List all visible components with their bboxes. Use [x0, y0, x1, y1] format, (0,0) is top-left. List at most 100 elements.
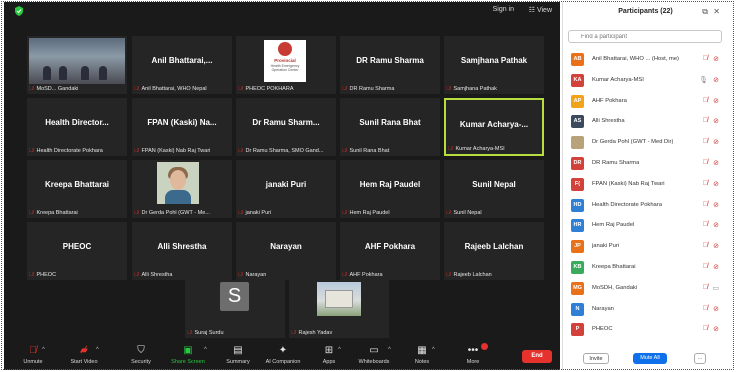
mic-off-icon[interactable]: 🎙̸ — [703, 284, 708, 291]
tile-display-name: Sunil Rana Bhat — [359, 118, 421, 127]
video-tile[interactable]: S 🎙̸ Suraj Surdu — [185, 280, 285, 338]
ai-companion-button[interactable]: ✦ AI Companion — [260, 345, 306, 365]
mic-off-icon: 🎙̸ — [29, 210, 34, 216]
summary-label: Summary — [226, 359, 250, 365]
video-tile[interactable]: FPAN (Kaski) Na... 🎙̸ FPAN (Kaski) Nab Raj… — [132, 98, 232, 156]
participant-row[interactable]: F(FPAN (Kaski) Nab Raj Twari 🎙̸ ⊘ — [571, 177, 721, 192]
video-tile[interactable]: Alli Shrestha 🎙̸ Alli Shrestha — [132, 222, 232, 280]
video-tile[interactable]: Sunil Rana Bhat 🎙̸ Sunil Rana Bhat — [340, 98, 440, 156]
mic-off-icon[interactable]: 🎙̸ — [703, 325, 708, 332]
tile-display-name: Dr Ramu Sharm... — [252, 118, 320, 127]
video-tile[interactable]: 🎙̸ Dr Gerda Pohl (GWT - Me... — [132, 160, 232, 218]
video-tile[interactable]: AHF Pokhara 🎙̸ AHF Pokhara — [340, 222, 440, 280]
participant-row[interactable]: AB Anil Bhattarai, WHO ... (Host, me) 🎙̸ ⊘ — [571, 53, 721, 67]
participant-search-input[interactable] — [568, 30, 722, 43]
popout-icon[interactable]: ⧉ — [702, 7, 708, 17]
whiteboards-button[interactable]: ▭ Whiteboards ^ — [354, 345, 394, 365]
mic-on-icon[interactable]: 🎙 — [699, 76, 708, 84]
participant-row[interactable]: HD Health Directorate Pokhara 🎙̸ ⊘ — [571, 198, 721, 213]
tile-name-label: Samjhana Pathak — [453, 86, 497, 92]
video-tile[interactable]: Narayan 🎙̸ Narayan — [236, 222, 336, 280]
mute-all-button[interactable]: Mute All — [633, 353, 667, 364]
tile-name-tag: 🎙̸ Health Directorate Pokhara — [29, 148, 125, 154]
participant-row[interactable]: KA Kumar Acharya-MSI 🎙 ⊘ — [571, 73, 721, 88]
end-meeting-button[interactable]: End — [522, 350, 552, 363]
participant-row[interactable]: P PHEOC 🎙̸ ⊘ — [571, 323, 721, 337]
video-tile[interactable]: Kreepa Bhattarai 🎙̸ Kreepa Bhattarai — [27, 160, 127, 218]
chevron-up-icon[interactable]: ^ — [42, 347, 45, 353]
video-tile[interactable]: Health Director... 🎙̸ Health Directorate P… — [27, 98, 127, 156]
mic-off-icon[interactable]: 🎙̸ — [703, 242, 708, 249]
video-tile[interactable]: 🎙̸ Rajesh Yadav — [289, 280, 389, 338]
view-menu-button[interactable]: ☷ View — [529, 6, 552, 14]
mic-off-icon[interactable]: 🎙̸ — [703, 221, 708, 228]
participant-name: Alli Shrestha — [592, 118, 625, 125]
mic-off-icon[interactable]: 🎙̸ — [703, 55, 708, 62]
mic-off-icon[interactable]: 🎙̸ — [703, 180, 708, 187]
chevron-up-icon[interactable]: ^ — [96, 347, 99, 353]
chevron-up-icon[interactable]: ^ — [388, 347, 391, 353]
close-icon[interactable]: ✕ — [713, 7, 720, 16]
invite-button[interactable]: Invite — [583, 353, 609, 364]
start-video-button[interactable]: ▰̸ Start Video ^ — [64, 345, 104, 365]
video-tile[interactable]: Sunil Nepal 🎙̸ Sunil Nepal — [444, 160, 544, 218]
tile-name-tag: 🎙̸ Suraj Surdu — [187, 330, 283, 336]
participant-row[interactable]: HR Hem Raj Paudel 🎙̸ ⊘ — [571, 219, 721, 233]
mic-off-icon[interactable]: 🎙̸ — [703, 201, 708, 208]
video-tile[interactable]: Hem Raj Paudel 🎙̸ Hem Raj Paudel — [340, 160, 440, 218]
video-off-icon[interactable]: ⊘ — [713, 55, 719, 63]
participant-row[interactable]: JP janaki Puri 🎙̸ ⊘ — [571, 240, 721, 254]
video-off-icon[interactable]: ⊘ — [713, 76, 719, 84]
video-tile[interactable]: DR Ramu Sharma 🎙̸ DR Ramu Sharma — [340, 36, 440, 94]
video-off-icon[interactable]: ⊘ — [713, 159, 719, 167]
summary-button[interactable]: ▤ Summary — [220, 345, 256, 365]
video-tile[interactable]: Dr Ramu Sharm... 🎙̸ Dr Ramu Sharma, SMO Ga… — [236, 98, 336, 156]
apps-button[interactable]: ⊞ Apps ^ — [316, 345, 342, 365]
video-off-icon[interactable]: ⊘ — [713, 305, 719, 313]
video-off-icon[interactable]: ⊘ — [713, 117, 719, 125]
video-off-icon[interactable]: ⊘ — [713, 97, 719, 105]
video-tile[interactable]: 🎙̸ MoSD... Gandaki — [27, 36, 127, 94]
chevron-up-icon[interactable]: ^ — [338, 347, 341, 353]
share-screen-button[interactable]: ▣ Share Screen ^ — [166, 345, 210, 365]
participant-row[interactable]: Dr Gerda Pohl (GWT - Med Dir) 🎙̸ ⊘ — [571, 136, 721, 150]
mic-off-icon[interactable]: 🎙̸ — [703, 159, 708, 166]
video-tile[interactable]: Rajeeb Lalchan 🎙̸ Rajeeb Lalchan — [444, 222, 544, 280]
panel-more-button[interactable]: ... — [694, 353, 706, 364]
participant-row[interactable]: N Narayan 🎙̸ ⊘ — [571, 302, 721, 317]
participant-row[interactable]: AS Alli Shrestha 🎙̸ ⊘ — [571, 115, 721, 129]
video-tile[interactable]: janaki Puri 🎙̸ janaki Puri — [236, 160, 336, 218]
video-tile[interactable]: Samjhana Pathak 🎙̸ Samjhana Pathak — [444, 36, 544, 94]
mic-off-icon[interactable]: 🎙̸ — [703, 305, 708, 312]
unmute-button[interactable]: 🎙̸ Unmute ^ — [16, 345, 50, 365]
video-off-icon[interactable]: ⊘ — [713, 201, 719, 209]
mic-off-icon[interactable]: 🎙̸ — [703, 263, 708, 270]
video-off-icon[interactable]: ⊘ — [713, 221, 719, 229]
tile-name-tag: 🎙̸ FPAN (Kaski) Nab Raj Twari — [134, 148, 230, 154]
mic-off-icon[interactable]: 🎙̸ — [703, 97, 708, 104]
video-tile[interactable]: Kumar Acharya-... 🎙̸ Kumar Acharya-MSI — [444, 98, 544, 156]
mic-off-icon[interactable]: 🎙̸ — [703, 117, 708, 124]
participant-row[interactable]: MG MoSDH, Gandaki 🎙̸ ▭ — [571, 281, 721, 296]
participant-row[interactable]: KB Kreepa Bhattarai 🎙̸ ⊘ — [571, 261, 721, 275]
sign-in-link[interactable]: Sign in — [493, 6, 514, 13]
more-button[interactable]: ••• More — [462, 343, 488, 365]
mic-off-icon[interactable]: 🎙̸ — [703, 138, 708, 145]
participant-row[interactable]: AP AHF Pokhara 🎙̸ ⊘ — [571, 94, 721, 109]
video-off-icon[interactable]: ⊘ — [713, 263, 719, 271]
video-off-icon[interactable]: ⊘ — [713, 325, 719, 333]
chevron-up-icon[interactable]: ^ — [432, 347, 435, 353]
video-off-icon[interactable]: ⊘ — [713, 180, 719, 188]
video-tile[interactable]: Provincial Health Emergency Operation Cen… — [236, 36, 336, 94]
chevron-up-icon[interactable]: ^ — [204, 347, 207, 353]
video-off-icon[interactable]: ⊘ — [713, 138, 719, 146]
mic-off-icon: 🎙̸ — [29, 272, 34, 278]
video-tile[interactable]: Anil Bhattarai,... 🎙̸ Anil Bhattarai, WHO … — [132, 36, 232, 94]
video-tile[interactable]: PHEOC 🎙̸ PHEOC — [27, 222, 127, 280]
notes-button[interactable]: ▦ Notes ^ — [410, 345, 435, 365]
participant-row[interactable]: DR DR Ramu Sharma 🎙̸ ⊘ — [571, 157, 721, 171]
video-off-icon[interactable]: ⊘ — [713, 242, 719, 250]
security-button[interactable]: ⛉ Security — [124, 345, 158, 365]
video-on-icon[interactable]: ▭ — [712, 284, 719, 292]
avatar: MG — [571, 281, 584, 295]
